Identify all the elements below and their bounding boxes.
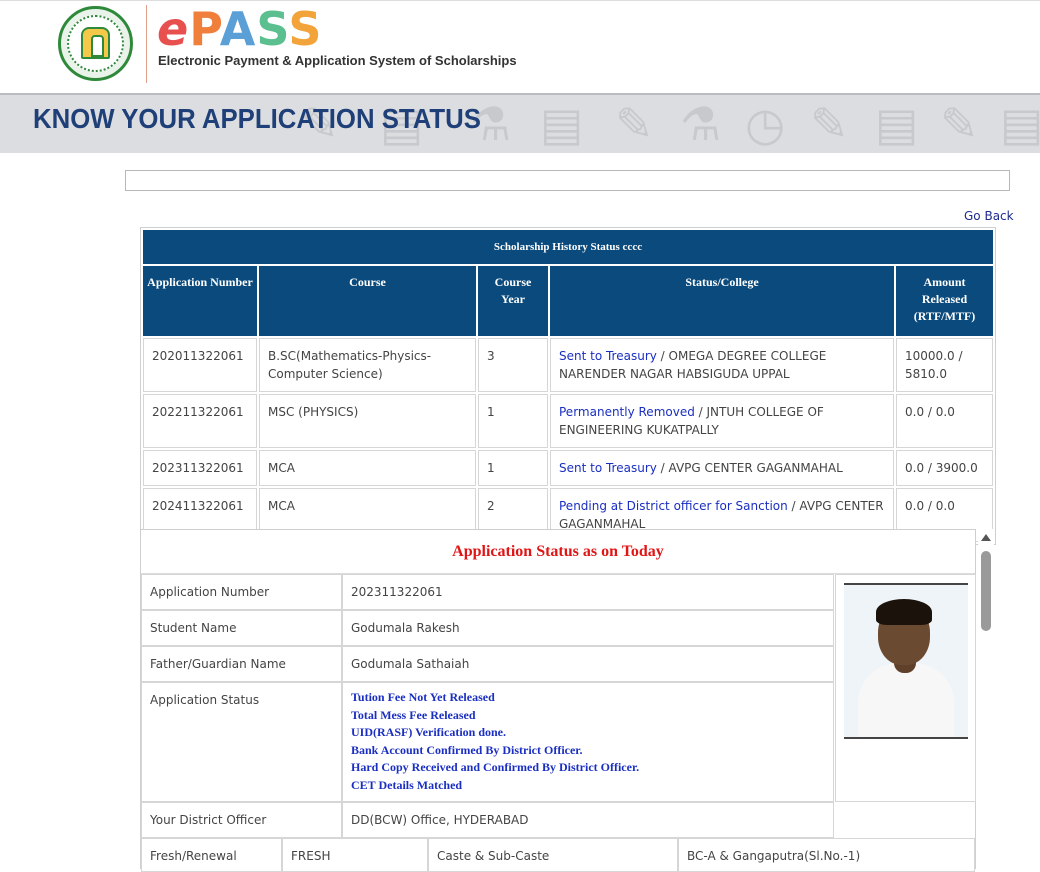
table-row: 202211322061 MSC (PHYSICS) 1 Permanently… <box>143 394 993 448</box>
telangana-emblem-icon <box>58 6 133 81</box>
header-divider <box>146 5 147 83</box>
student-photo <box>844 583 968 739</box>
status-link[interactable]: Pending at District officer for Sanction <box>559 499 788 513</box>
table-row: 202011322061 B.SC(Mathematics-Physics-Co… <box>143 338 993 392</box>
page-title-banner: ✎ ▤ ⚗ ▤ ✎ ⚗ ◷ ✎ ▤ ✎ ▤ KNOW YOUR APPLICAT… <box>0 93 1040 153</box>
scroll-thumb[interactable] <box>981 551 991 631</box>
logo-letter-s2: S <box>288 2 323 56</box>
course-cell: MCA <box>259 450 476 486</box>
value-application-number: 202311322061 <box>342 574 834 610</box>
status-link[interactable]: Permanently Removed <box>559 405 695 419</box>
course-year-cell: 3 <box>478 338 548 392</box>
logo-letter-p: P <box>189 2 220 56</box>
value-application-status: Tution Fee Not Yet Released Total Mess F… <box>342 682 834 802</box>
epass-logo: ePASS <box>157 1 323 57</box>
status-line: CET Details Matched <box>351 777 463 792</box>
status-line: Bank Account Confirmed By District Offic… <box>351 742 583 757</box>
value-father-name: Godumala Sathaiah <box>342 646 834 682</box>
amount-cell: 10000.0 / 5810.0 <box>896 338 993 392</box>
label-application-number: Application Number <box>141 574 342 610</box>
photo-body <box>858 663 954 737</box>
status-college-cell: Permanently Removed / JNTUH COLLEGE OF E… <box>550 394 894 448</box>
amount-cell: 0.0 / 3900.0 <box>896 450 993 486</box>
column-header: Course <box>259 266 476 336</box>
column-header: Amount Released (RTF/MTF) <box>896 266 993 336</box>
logo-letter-e: e <box>157 2 190 56</box>
value-student-name: Godumala Rakesh <box>342 610 834 646</box>
document-icon: ▤ <box>540 97 584 151</box>
photo-hair <box>876 599 932 625</box>
flask-icon: ⚗ <box>680 97 722 151</box>
pencil-icon: ✎ <box>810 97 849 151</box>
application-number-cell: 202211322061 <box>143 394 257 448</box>
table-row: 202311322061 MCA 1 Sent to Treasury / AV… <box>143 450 993 486</box>
document-icon: ▤ <box>875 97 919 151</box>
site-header: ePASS Electronic Payment & Application S… <box>0 0 1040 93</box>
column-header: Status/College <box>550 266 894 336</box>
label-district-officer: Your District Officer <box>141 802 342 838</box>
pencil-icon: ✎ <box>615 97 654 151</box>
go-back-link[interactable]: Go Back <box>964 209 1014 223</box>
status-line: Tution Fee Not Yet Released <box>351 690 495 704</box>
course-cell: MSC (PHYSICS) <box>259 394 476 448</box>
status-panel-scrollbar[interactable] <box>978 529 994 867</box>
page-title: KNOW YOUR APPLICATION STATUS <box>33 103 481 134</box>
pencil-icon: ✎ <box>940 97 979 151</box>
status-line: UID(RASF) Verification done. <box>351 725 506 739</box>
course-cell: B.SC(Mathematics-Physics-Computer Scienc… <box>259 338 476 392</box>
column-header: Application Number <box>143 266 257 336</box>
logo-letter-s1: S <box>256 2 289 56</box>
site-tagline: Electronic Payment & Application System … <box>158 53 517 68</box>
logo-letter-a: A <box>219 2 257 56</box>
clock-icon: ◷ <box>745 97 786 151</box>
course-year-cell: 1 <box>478 394 548 448</box>
document-icon: ▤ <box>1000 97 1040 151</box>
status-link[interactable]: Sent to Treasury <box>559 461 657 475</box>
status-line: Hard Copy Received and Confirmed By Dist… <box>351 760 640 774</box>
course-year-cell: 1 <box>478 450 548 486</box>
label-father-name: Father/Guardian Name <box>141 646 342 682</box>
emblem-tower <box>81 27 110 59</box>
status-link[interactable]: Sent to Treasury <box>559 349 657 363</box>
label-student-name: Student Name <box>141 610 342 646</box>
scroll-up-arrow-icon[interactable] <box>981 534 991 541</box>
amount-cell: 0.0 / 0.0 <box>896 394 993 448</box>
status-panel-title: Application Status as on Today <box>141 530 975 574</box>
message-box <box>125 170 1010 191</box>
status-college-cell: Sent to Treasury / AVPG CENTER GAGANMAHA… <box>550 450 894 486</box>
student-photo-frame <box>835 574 976 802</box>
application-number-cell: 202311322061 <box>143 450 257 486</box>
college-name: / AVPG CENTER GAGANMAHAL <box>656 461 843 475</box>
application-number-cell: 202011322061 <box>143 338 257 392</box>
history-caption: Scholarship History Status cccc <box>143 230 993 264</box>
value-district-officer: DD(BCW) Office, HYDERABAD <box>342 802 834 838</box>
scholarship-history-table: Scholarship History Status cccc Applicat… <box>140 227 996 545</box>
application-status-panel: Application Status as on Today Applicati… <box>140 529 976 872</box>
status-college-cell: Sent to Treasury / OMEGA DEGREE COLLEGE … <box>550 338 894 392</box>
column-header: Course Year <box>478 266 548 336</box>
label-application-status: Application Status <box>141 682 342 802</box>
status-line: Total Mess Fee Released <box>351 707 476 722</box>
